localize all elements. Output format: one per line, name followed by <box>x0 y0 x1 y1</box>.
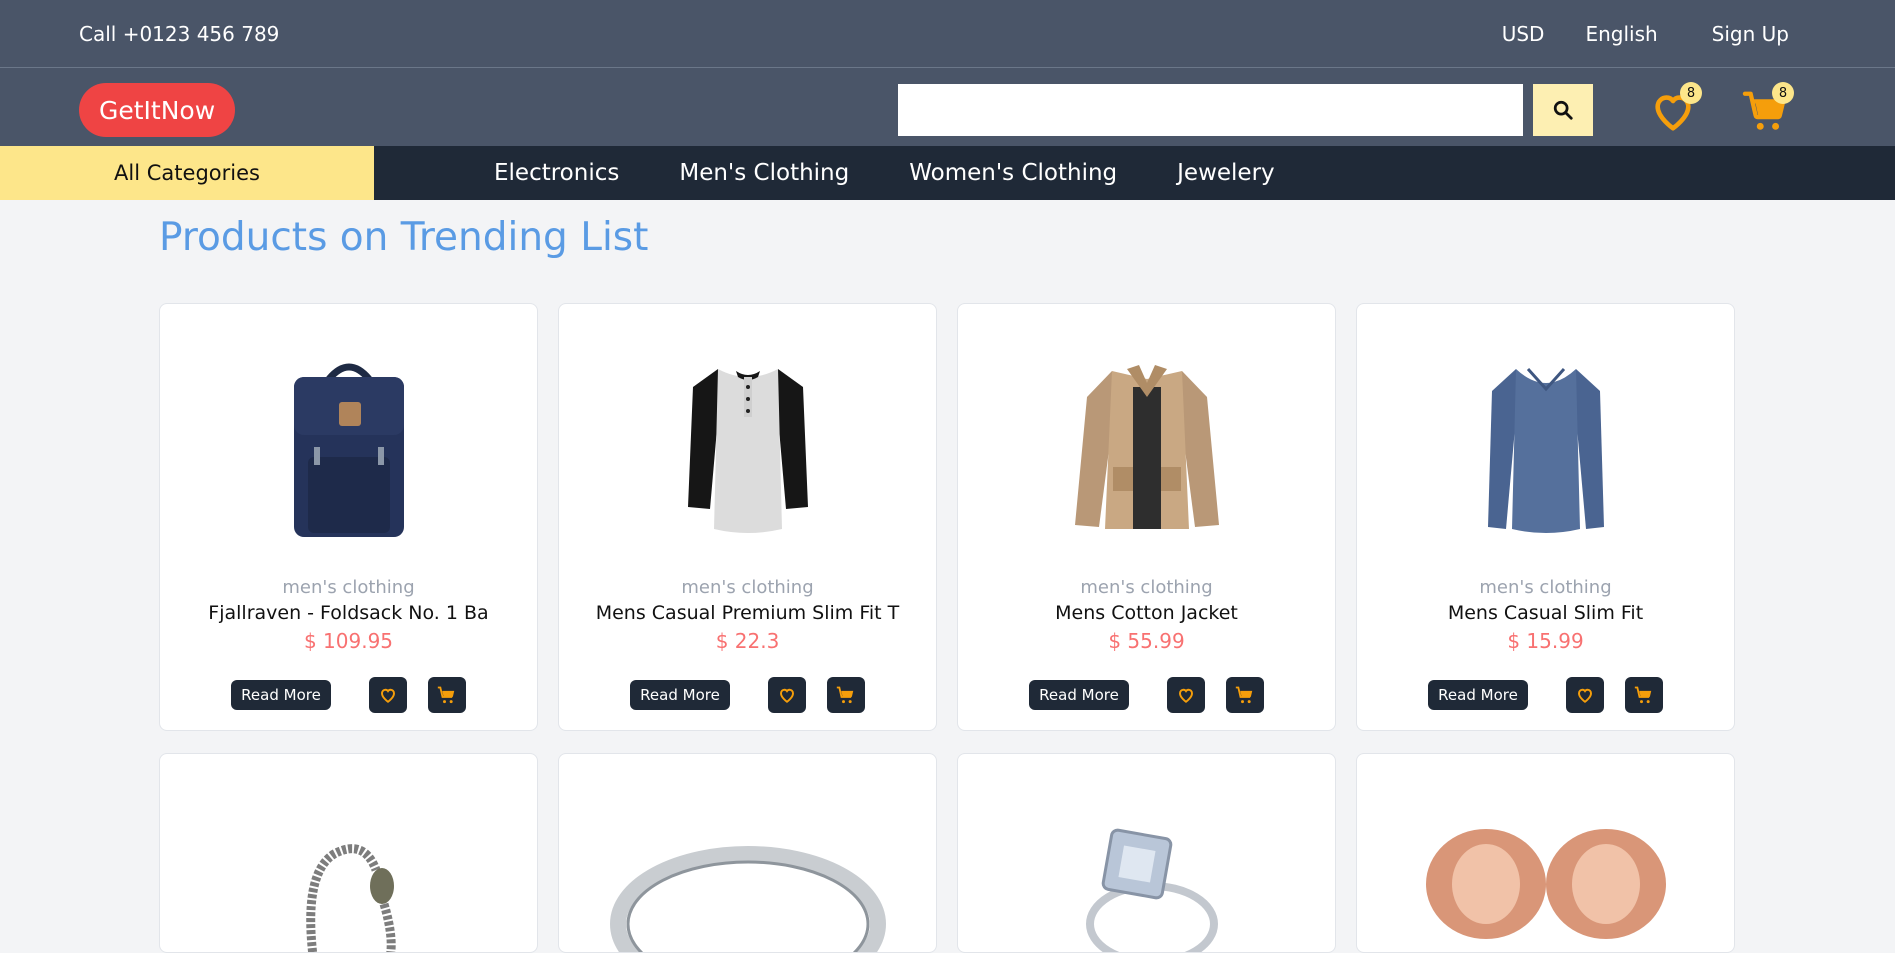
heart-icon <box>1577 688 1592 703</box>
read-more-button[interactable]: Read More <box>630 680 730 710</box>
product-card <box>558 753 937 953</box>
signup-link[interactable]: Sign Up <box>1712 22 1789 46</box>
product-name[interactable]: Fjallraven - Foldsack No. 1 Ba <box>160 602 537 624</box>
product-category: men's clothing <box>681 577 814 598</box>
currency-selector[interactable]: USD <box>1502 22 1545 46</box>
sweater-image <box>1487 367 1604 533</box>
read-more-button[interactable]: Read More <box>231 680 331 710</box>
product-price: $ 109.95 <box>303 629 394 653</box>
nav-links: Electronics Men's Clothing Women's Cloth… <box>494 160 1335 186</box>
top-bar: Call +0123 456 789 USD English Sign Up <box>0 0 1895 68</box>
product-image[interactable] <box>958 354 1335 539</box>
product-category: men's clothing <box>282 577 415 598</box>
diamond-ring-image <box>1085 828 1218 952</box>
product-card: men's clothing Mens Casual Premium Slim … <box>558 303 937 731</box>
bracelet-image <box>305 844 396 952</box>
product-image[interactable] <box>160 354 537 539</box>
all-categories-button[interactable]: All Categories <box>0 146 374 200</box>
logo[interactable]: GetItNow <box>79 83 236 137</box>
cart-icon <box>437 686 455 704</box>
search-button[interactable] <box>1533 84 1593 136</box>
read-more-button[interactable]: Read More <box>1428 680 1528 710</box>
add-to-wishlist-button[interactable] <box>767 677 806 713</box>
ring-image <box>609 846 886 952</box>
heart-icon <box>1178 688 1193 703</box>
add-to-cart-button[interactable] <box>826 677 865 713</box>
product-image[interactable] <box>559 809 936 952</box>
wishlist-count-badge: 8 <box>1680 82 1702 104</box>
heart-icon <box>779 688 794 703</box>
product-actions: Read More <box>958 677 1335 713</box>
product-card: men's clothing Fjallraven - Foldsack No.… <box>159 303 538 731</box>
product-image[interactable] <box>559 354 936 539</box>
product-name[interactable]: Mens Casual Slim Fit <box>1357 602 1734 624</box>
product-actions: Read More <box>1357 677 1734 713</box>
add-to-cart-button[interactable] <box>1624 677 1663 713</box>
main-header: GetItNow 8 8 <box>0 68 1895 146</box>
page-title: Products on Trending List <box>159 215 649 260</box>
add-to-wishlist-button[interactable] <box>368 677 407 713</box>
add-to-wishlist-button[interactable] <box>1166 677 1205 713</box>
add-to-cart-button[interactable] <box>427 677 466 713</box>
add-to-wishlist-button[interactable] <box>1565 677 1604 713</box>
cart-icon <box>836 686 854 704</box>
nav-womens-clothing[interactable]: Women's Clothing <box>909 160 1117 186</box>
phone-number: Call +0123 456 789 <box>79 21 280 46</box>
product-card: men's clothing Mens Casual Slim Fit $ 15… <box>1356 303 1735 731</box>
top-bar-right: USD English Sign Up <box>1461 22 1816 46</box>
nav-jewelery[interactable]: Jewelery <box>1177 160 1275 186</box>
product-price: $ 22.3 <box>715 629 780 653</box>
jacket-image <box>1074 364 1219 529</box>
product-image[interactable] <box>1357 809 1734 952</box>
product-price: $ 15.99 <box>1507 629 1584 653</box>
product-actions: Read More <box>160 677 537 713</box>
search-input[interactable] <box>898 84 1523 136</box>
product-grid: men's clothing Fjallraven - Foldsack No.… <box>159 303 1739 953</box>
cart-button[interactable]: 8 <box>1742 82 1794 134</box>
wishlist-button[interactable]: 8 <box>1650 82 1702 134</box>
product-category: men's clothing <box>1080 577 1213 598</box>
nav-mens-clothing[interactable]: Men's Clothing <box>679 160 849 186</box>
product-card: men's clothing Mens Cotton Jacket $ 55.9… <box>957 303 1336 731</box>
add-to-cart-button[interactable] <box>1225 677 1264 713</box>
cart-icon <box>1634 686 1652 704</box>
nav-electronics[interactable]: Electronics <box>494 160 619 186</box>
language-selector[interactable]: English <box>1585 22 1657 46</box>
cart-count-badge: 8 <box>1772 82 1794 104</box>
product-price: $ 55.99 <box>1108 629 1185 653</box>
cart-icon <box>1235 686 1253 704</box>
heart-icon <box>380 688 395 703</box>
product-image[interactable] <box>1357 354 1734 539</box>
product-image[interactable] <box>958 809 1335 952</box>
product-card <box>1356 753 1735 953</box>
product-card <box>159 753 538 953</box>
product-card <box>957 753 1336 953</box>
tshirt-image <box>687 368 808 533</box>
product-name[interactable]: Mens Casual Premium Slim Fit T <box>559 602 936 624</box>
category-nav: All Categories Electronics Men's Clothin… <box>0 146 1895 200</box>
product-name[interactable]: Mens Cotton Jacket <box>958 602 1335 624</box>
backpack-image <box>293 363 404 537</box>
product-image[interactable] <box>160 809 537 952</box>
read-more-button[interactable]: Read More <box>1029 680 1129 710</box>
product-category: men's clothing <box>1479 577 1612 598</box>
product-actions: Read More <box>559 677 936 713</box>
plug-earrings-image <box>1425 829 1666 939</box>
search-icon <box>1553 100 1573 120</box>
